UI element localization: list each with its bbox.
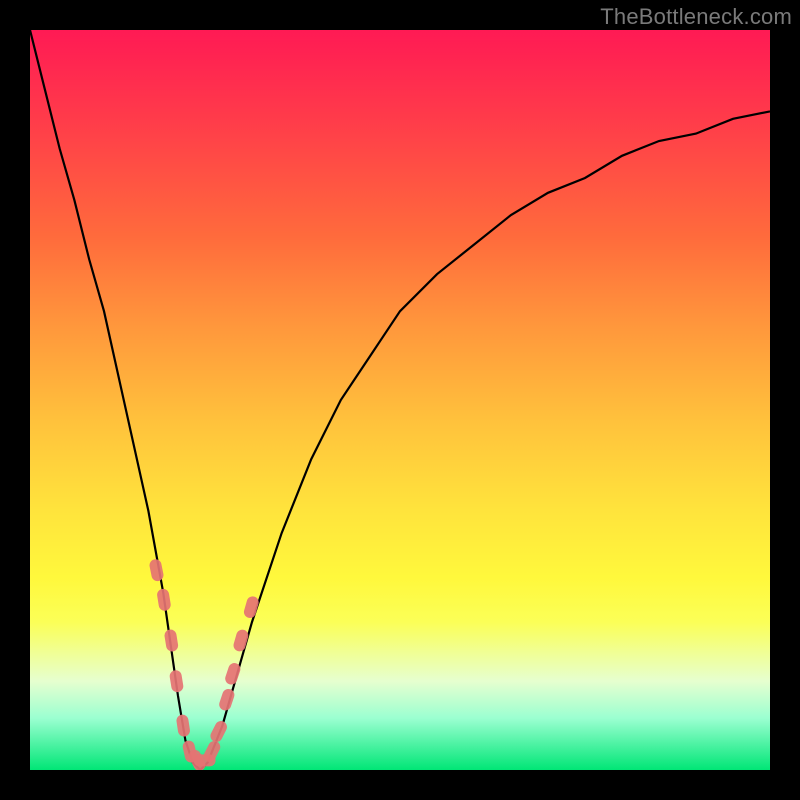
curve-marker-4 (176, 714, 191, 738)
curve-marker-0 (148, 558, 164, 582)
curve-marker-1 (156, 588, 171, 612)
bottleneck-curve (30, 30, 770, 770)
chart-plot-area (30, 30, 770, 770)
curve-marker-12 (232, 628, 250, 652)
curve-marker-9 (208, 719, 229, 744)
curve-marker-3 (169, 669, 184, 693)
curve-marker-13 (243, 595, 261, 619)
watermark-text: TheBottleneck.com (600, 4, 792, 30)
curve-marker-2 (164, 629, 179, 653)
chart-frame: TheBottleneck.com (0, 0, 800, 800)
curve-path (30, 30, 770, 770)
curve-marker-group (148, 558, 260, 770)
